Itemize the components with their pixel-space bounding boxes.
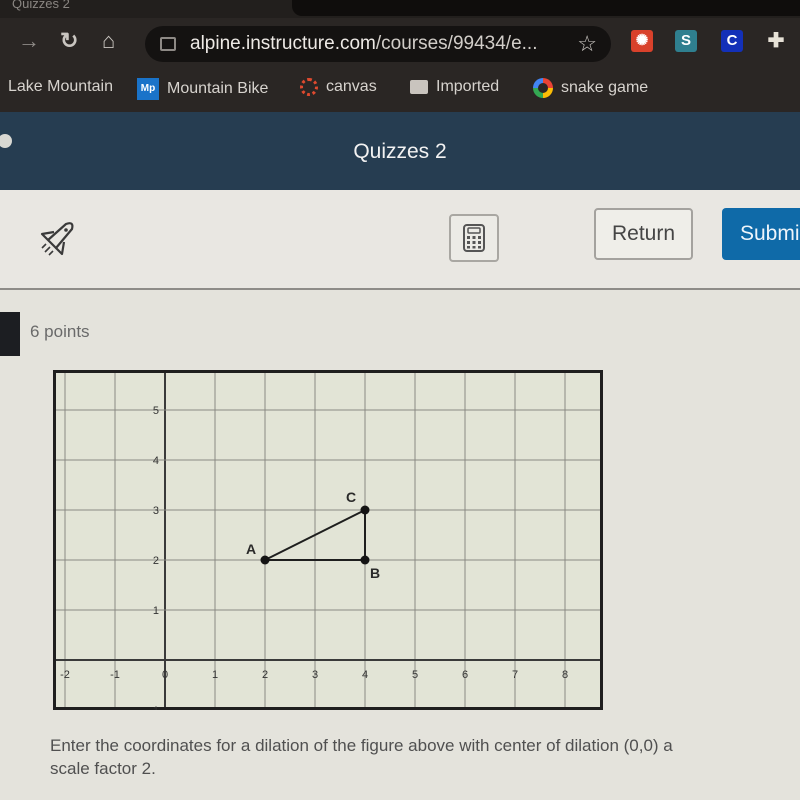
canvas-logo-icon xyxy=(300,78,318,96)
return-button[interactable]: Return xyxy=(594,208,693,260)
bookmark-snake-game[interactable]: snake game xyxy=(533,78,648,98)
tab-strip: Quizzes 2 xyxy=(0,0,800,18)
bookmark-canvas[interactable]: canvas xyxy=(300,78,377,96)
point-label-B: B xyxy=(370,565,380,581)
tab-title[interactable]: Quizzes 2 xyxy=(12,0,70,11)
s-extension-icon[interactable]: S xyxy=(675,30,697,52)
x-tick-label: 7 xyxy=(512,669,518,681)
y-tick-label: 4 xyxy=(153,455,159,467)
question-prompt-line-2: scale factor 2. xyxy=(50,759,156,778)
calculator-icon xyxy=(463,224,485,252)
extensions-puzzle-icon[interactable]: ✚ xyxy=(765,30,787,52)
x-tick-label: -1 xyxy=(110,669,120,681)
url-text[interactable]: alpine.instructure.com/courses/99434/e..… xyxy=(190,33,537,55)
quiz-header: Quizzes 2 xyxy=(0,112,800,190)
canvas-extension-icon[interactable]: ✺ xyxy=(631,30,653,52)
x-tick-label: 1 xyxy=(212,669,218,681)
folder-icon xyxy=(410,80,428,94)
rocket-icon xyxy=(40,222,74,256)
x-tick-label: -2 xyxy=(60,669,70,681)
point-label-A: A xyxy=(246,541,256,557)
google-icon xyxy=(533,78,553,98)
points-label: 6 points xyxy=(30,322,90,341)
x-tick-label: 3 xyxy=(312,669,318,681)
home-icon[interactable]: ⌂ xyxy=(102,30,115,52)
navigation-bar: → ↻ ⌂ alpine.instructure.com/courses/994… xyxy=(0,22,800,64)
point-A xyxy=(260,555,270,565)
forward-arrow-icon[interactable]: → xyxy=(18,30,40,52)
bookmark-lake-mountain[interactable]: Lake Mountain xyxy=(8,78,113,96)
x-tick-label: 0 xyxy=(162,669,168,681)
y-tick-label: 1 xyxy=(153,605,159,617)
x-tick-label: 4 xyxy=(362,669,368,681)
active-tab[interactable] xyxy=(292,0,800,16)
calculator-button[interactable] xyxy=(449,214,499,262)
reload-icon[interactable]: ↻ xyxy=(60,30,78,52)
y-tick-label: -1 xyxy=(149,705,159,710)
x-tick-label: 2 xyxy=(262,669,268,681)
bookmark-mountain-bike[interactable]: Mp Mountain Bike xyxy=(137,78,268,100)
graph-svg: -2 -1 0 1 2 3 4 5 6 7 8 5 4 3 2 1 -1 A B C xyxy=(53,370,603,717)
y-tick-label: 3 xyxy=(153,505,159,517)
submit-button[interactable]: Submi xyxy=(722,208,800,260)
coordinate-graph: -2 -1 0 1 2 3 4 5 6 7 8 5 4 3 2 1 -1 A B C xyxy=(53,370,603,717)
bookmark-star-icon[interactable]: ☆ xyxy=(577,31,597,57)
question-content: 6 points -2 -1 0 1 2 3 4 5 6 7 8 5 4 3 2 1 -1 A B C Enter t… xyxy=(0,290,800,800)
site-info-icon[interactable] xyxy=(160,37,176,51)
point-B xyxy=(360,555,370,565)
bookmark-imported[interactable]: Imported xyxy=(410,78,499,96)
quiz-toolbar: Return Submi xyxy=(0,190,800,290)
question-prompt-line-1: Enter the coordinates for a dilation of … xyxy=(50,736,673,755)
y-tick-label: 2 xyxy=(153,555,159,567)
address-bar[interactable]: alpine.instructure.com/courses/99434/e..… xyxy=(145,26,611,62)
x-tick-label: 5 xyxy=(412,669,418,681)
x-tick-label: 8 xyxy=(562,669,568,681)
point-label-C: C xyxy=(346,489,356,505)
point-C xyxy=(360,505,370,515)
browser-chrome: Quizzes 2 → ↻ ⌂ alpine.instructure.com/c… xyxy=(0,0,800,112)
page-title: Quizzes 2 xyxy=(353,140,447,163)
bookmarks-bar: Lake Mountain Mp Mountain Bike canvas Imp… xyxy=(0,72,800,108)
c-extension-icon[interactable]: C xyxy=(721,30,743,52)
x-tick-label: 6 xyxy=(462,669,468,681)
question-prompt: Enter the coordinates for a dilation of … xyxy=(50,734,800,780)
question-flag[interactable] xyxy=(0,312,20,356)
mp-logo-icon: Mp xyxy=(137,78,159,100)
y-tick-label: 5 xyxy=(153,405,159,417)
